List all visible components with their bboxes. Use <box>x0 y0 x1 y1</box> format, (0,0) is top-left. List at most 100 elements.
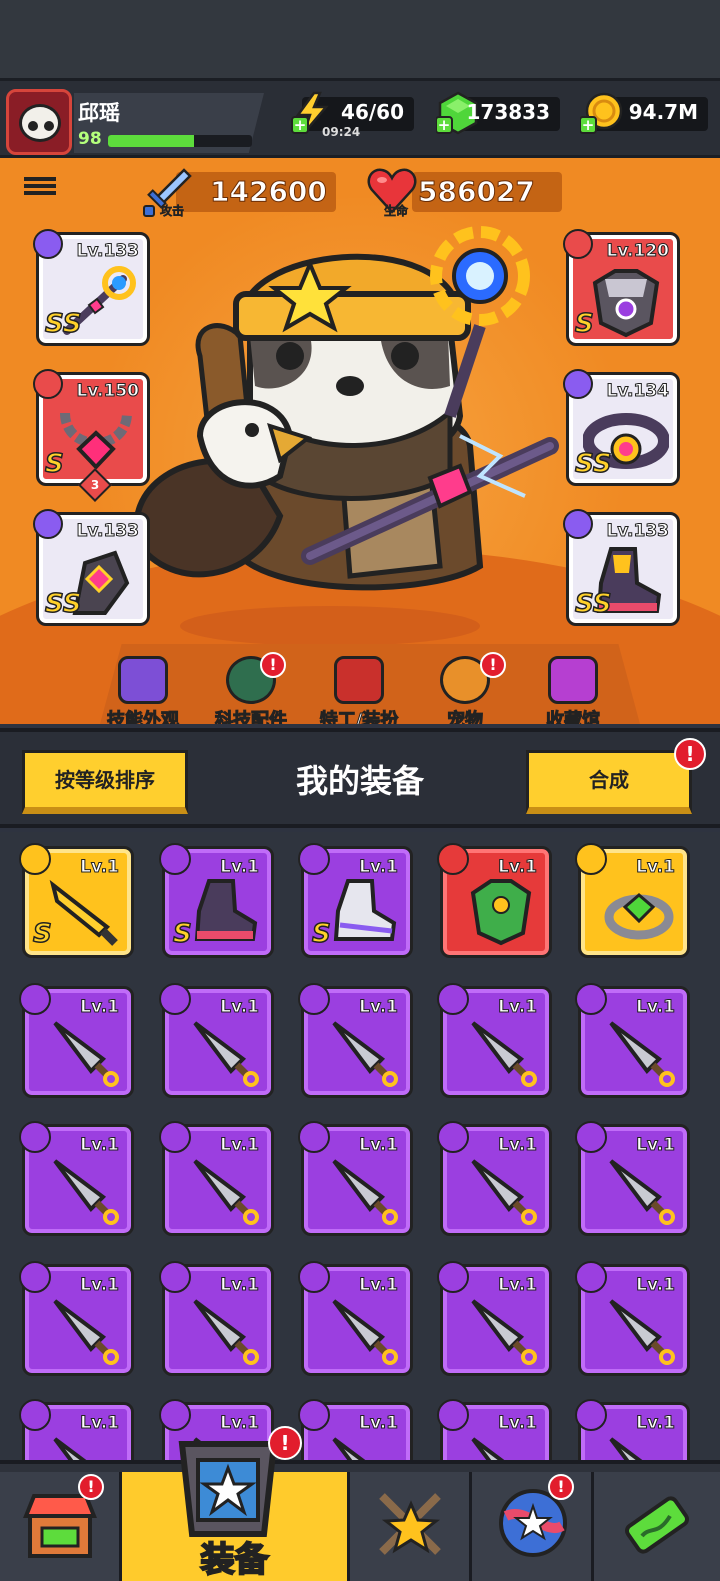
nav-talent[interactable]: ! <box>472 1472 594 1581</box>
menu-list-icon[interactable] <box>24 174 56 204</box>
chain-necklace-icon <box>60 412 132 470</box>
feature-tech-part[interactable]: 科技配件 ! <box>196 652 306 724</box>
slot-rank: SS <box>44 308 82 340</box>
slot-rank: SS <box>44 588 82 620</box>
skill-skin-icon <box>118 656 168 704</box>
nav-shop[interactable]: ! <box>0 1472 122 1581</box>
armor-icon <box>592 269 660 338</box>
boots-category-icon <box>563 509 593 539</box>
nav-battle[interactable] <box>350 1472 472 1581</box>
coins-counter[interactable]: + 94.7M <box>580 92 708 134</box>
item-category-icon <box>437 1399 469 1431</box>
svg-text:+: + <box>294 116 307 134</box>
slot-boots[interactable]: Lv.133 SS <box>563 509 680 626</box>
gems-counter[interactable]: + 173833 <box>436 91 560 135</box>
player-level: 98 <box>78 129 102 149</box>
item-category-icon <box>437 1261 469 1293</box>
inventory-item[interactable]: Lv.1 <box>298 1121 413 1236</box>
shop-icon <box>23 1494 97 1558</box>
inventory-item[interactable]: Lv.1 <box>437 843 552 958</box>
inventory-item[interactable]: Lv.1 S <box>159 843 274 958</box>
item-level: Lv.1 <box>498 1413 538 1434</box>
inventory-item[interactable]: Lv.1 <box>19 1399 134 1460</box>
item-category-icon <box>159 1121 191 1153</box>
inventory-item[interactable]: Lv.1 <box>437 1121 552 1236</box>
slot-level: Lv.133 <box>76 521 139 542</box>
kunai-icon <box>53 1159 119 1225</box>
inventory-item[interactable]: Lv.1 <box>19 1261 134 1376</box>
energy-timer: 09:24 <box>322 125 361 139</box>
feature-agent[interactable]: 特工/装扮 <box>304 656 414 724</box>
inventory-item[interactable]: Lv.1 <box>298 983 413 1098</box>
item-level: Lv.1 <box>80 1275 120 1296</box>
item-level: Lv.1 <box>80 1135 120 1156</box>
inventory-item[interactable]: Lv.1 <box>575 983 690 1098</box>
slot-armor[interactable]: Lv.120 S <box>563 229 680 346</box>
inventory-item[interactable]: Lv.1 <box>575 1121 690 1236</box>
gold-coin-plus-icon: + <box>580 92 623 134</box>
inventory-item[interactable]: Lv.1 <box>437 1399 552 1460</box>
collection-chest-icon <box>548 656 598 704</box>
kunai-icon <box>609 1159 675 1225</box>
item-level: Lv.1 <box>80 857 120 878</box>
nav-equipment[interactable]: 装备 ! <box>122 1426 350 1581</box>
merge-button[interactable]: 合成 <box>526 750 692 814</box>
kunai-icon <box>471 1299 537 1365</box>
slot-rank: S <box>574 308 594 340</box>
inventory-item[interactable]: Lv.1 <box>19 983 134 1098</box>
health-stat: 586027 生命 <box>367 168 562 218</box>
attack-value: 142600 <box>210 175 328 209</box>
inventory-item[interactable]: Lv.1 <box>298 1399 413 1460</box>
hero-panel: 142600 攻击 586027 生命 Lv.133 SS Lv.150 S 3… <box>0 158 720 724</box>
inventory-item[interactable]: Lv.1 <box>298 1261 413 1376</box>
weapon-category-icon <box>33 229 63 259</box>
inventory-item[interactable]: Lv.1 <box>159 1121 274 1236</box>
item-level: Lv.1 <box>636 1275 676 1296</box>
kunai-icon <box>193 1299 259 1365</box>
inventory-grid: Lv.1 S Lv.1 S Lv.1 S Lv.1 Lv.1 Lv.1 Lv.1 Lv.1 Lv.1 L… <box>0 832 720 1460</box>
energy-value: 46/60 <box>341 100 404 124</box>
inventory-item[interactable]: Lv.1 S <box>298 843 413 958</box>
item-rank: S <box>172 918 192 950</box>
green-armor-icon <box>470 879 532 946</box>
inventory-item[interactable]: Lv.1 <box>159 1261 274 1376</box>
svg-text:+: + <box>582 116 595 134</box>
item-category-icon <box>575 1261 607 1293</box>
avatar[interactable] <box>6 89 72 155</box>
item-category-icon <box>19 1121 51 1153</box>
hero-character <box>133 226 559 656</box>
inventory-item[interactable]: Lv.1 <box>159 983 274 1098</box>
inventory-item[interactable]: Lv.1 S <box>19 843 134 958</box>
inventory-item[interactable]: Lv.1 <box>437 1261 552 1376</box>
inventory-item[interactable]: Lv.1 <box>575 843 690 958</box>
slot-belt[interactable]: Lv.134 SS <box>563 369 680 486</box>
feature-skill-skin[interactable]: 技能外观 <box>88 656 198 724</box>
slot-weapon[interactable]: Lv.133 SS <box>33 229 150 346</box>
inventory-item[interactable]: Lv.1 <box>437 983 552 1098</box>
item-category-icon <box>437 983 469 1015</box>
inventory-item[interactable]: Lv.1 <box>575 1261 690 1376</box>
slot-necklace[interactable]: Lv.150 S 3 <box>33 369 150 502</box>
feature-label: 技能外观 <box>107 710 180 725</box>
alert-badge: ! <box>548 1474 574 1500</box>
item-category-icon <box>19 983 51 1015</box>
feature-pet[interactable]: 宠物 ! <box>410 652 520 724</box>
slot-level: Lv.133 <box>606 521 669 542</box>
kunai-icon <box>471 1159 537 1225</box>
coins-value: 94.7M <box>628 100 698 124</box>
status-bar: 邱瑶 98 + 46/60 09:24 + 173833 + 94.7M <box>0 78 720 158</box>
slot-gloves[interactable]: Lv.133 SS <box>33 509 150 626</box>
slot-level: Lv.133 <box>76 241 139 262</box>
inventory-item[interactable]: Lv.1 <box>575 1399 690 1460</box>
nav-evolve[interactable] <box>594 1472 720 1581</box>
item-level: Lv.1 <box>359 1135 399 1156</box>
equipment-header: 按等级排序 我的装备 合成 ! <box>0 728 720 828</box>
inventory-item[interactable]: Lv.1 <box>19 1121 134 1236</box>
kunai-icon <box>332 1021 398 1087</box>
feature-collection[interactable]: 收藏馆 <box>518 656 628 724</box>
armor-category-icon <box>563 229 593 259</box>
item-category-icon <box>298 1261 330 1293</box>
item-category-icon <box>19 843 51 875</box>
kunai-icon <box>193 1159 259 1225</box>
item-level: Lv.1 <box>359 1275 399 1296</box>
